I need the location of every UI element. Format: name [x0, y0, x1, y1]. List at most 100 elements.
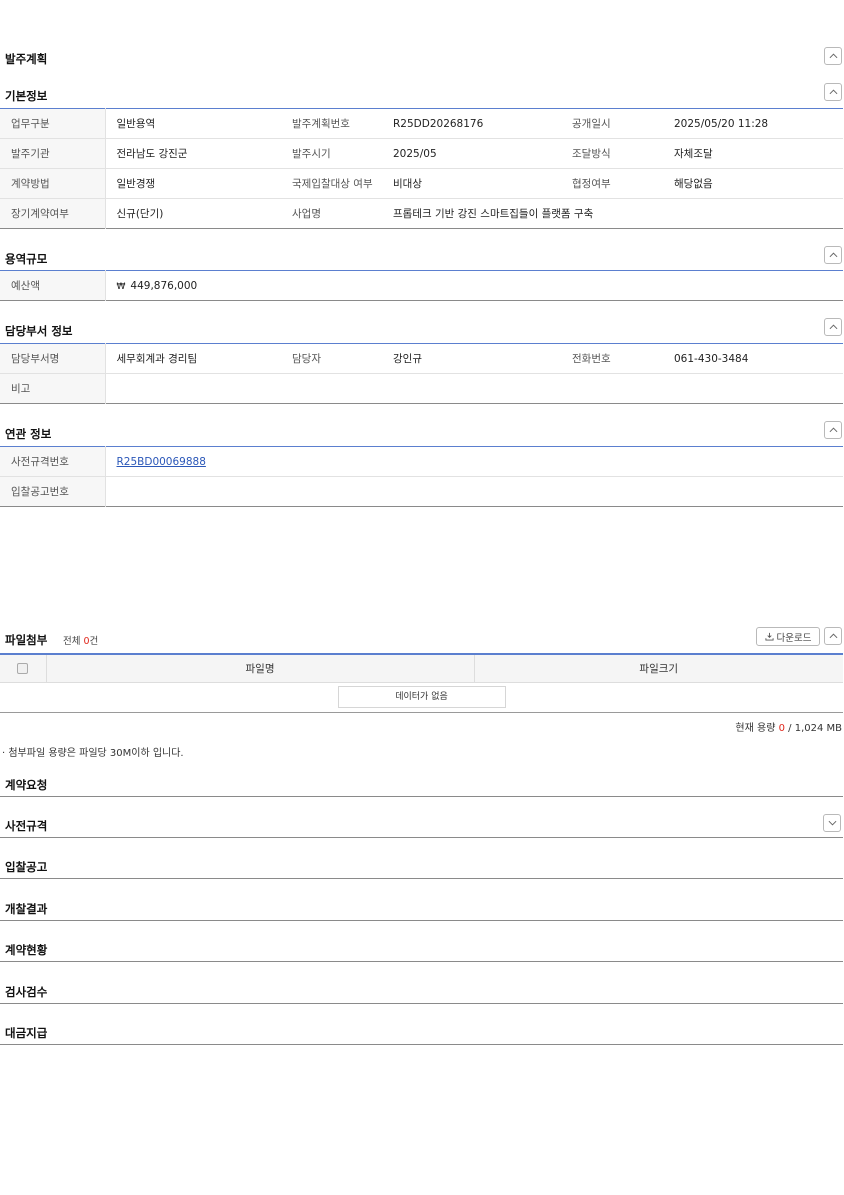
- table-row: 비고: [0, 373, 843, 404]
- stage-contract-status[interactable]: 계약현황: [0, 938, 843, 962]
- spec-number-label: 사전규격번호: [0, 446, 106, 477]
- empty-cell: 데이터가 없음: [0, 682, 843, 713]
- basic-info-collapse-button[interactable]: [824, 83, 842, 101]
- agreement-label: 협정여부: [561, 168, 663, 199]
- procurement-method-label: 조달방식: [561, 138, 663, 169]
- publish-date-label: 공개일시: [561, 108, 663, 139]
- stage-inspection[interactable]: 검사검수: [0, 980, 843, 1004]
- files-total-suffix: 건: [89, 636, 99, 647]
- stage-contract-request[interactable]: 계약요청: [0, 773, 843, 797]
- table-row: 사전규격번호 R25BD00069888: [0, 446, 843, 477]
- contract-method-value: 일반경쟁: [105, 168, 281, 199]
- ordering-agency-label: 발주기관: [0, 138, 106, 169]
- stage-title: 검사검수: [5, 985, 48, 999]
- long-term-value: 신규(단기): [116, 208, 164, 220]
- table-row: 업무구분 일반용역 발주계획번호 R25DD20268176 공개일시 2025…: [0, 108, 843, 139]
- plan-number-value: R25DD20268176: [382, 108, 561, 139]
- dept-table: 담당부서명 세무회계과 경리팀 담당자 강인규 전화번호 061-430-348…: [0, 343, 843, 404]
- plan-number-label: 발주계획번호: [281, 108, 382, 139]
- chevron-up-icon: [829, 53, 837, 59]
- long-term-label: 장기계약여부: [0, 198, 106, 229]
- table-row: 계약방법 일반경쟁 국제입찰대상 여부 비대상 협정여부 해당없음: [0, 168, 843, 199]
- usage-label: 현재 용량: [735, 723, 776, 734]
- file-size-note: · 첨부파일 용량은 파일당 30M이하 입니다.: [2, 748, 184, 759]
- order-period-label: 발주시기: [281, 138, 382, 169]
- bid-number-label: 입찰공고번호: [0, 476, 106, 507]
- chevron-up-icon: [829, 89, 837, 95]
- chevron-up-icon: [829, 633, 837, 639]
- usage-separator: /: [784, 723, 795, 734]
- plan-section-title: 발주계획: [5, 52, 48, 66]
- related-section-title: 연관 정보: [5, 427, 52, 441]
- chevron-down-icon: [828, 820, 836, 826]
- currency-symbol: ₩: [116, 281, 126, 292]
- dept-name-label: 담당부서명: [0, 343, 106, 374]
- files-table: 파일명 파일크기 데이터가 없음: [0, 653, 843, 713]
- manager-label: 담당자: [281, 343, 382, 374]
- stage-pre-spec[interactable]: 사전규격: [0, 814, 843, 838]
- stage-title: 대금지급: [5, 1026, 48, 1040]
- files-collapse-button[interactable]: [824, 627, 842, 645]
- table-row: 입찰공고번호: [0, 476, 843, 507]
- files-total-count: 전체 0건: [63, 633, 98, 647]
- bid-number-value: [105, 477, 843, 507]
- budget-cell: ₩449,876,000: [105, 271, 843, 301]
- select-all-checkbox[interactable]: [17, 662, 29, 674]
- pre-spec-expand-button[interactable]: [823, 814, 841, 832]
- project-name-label: 사업명: [292, 208, 321, 220]
- related-collapse-button[interactable]: [824, 421, 842, 439]
- download-icon: [764, 632, 774, 641]
- table-row: 장기계약여부 신규(단기) 사업명 프롭테크 기반 강진 스마트집들이 플랫폼 …: [0, 198, 843, 229]
- files-table-header: 파일명 파일크기: [0, 654, 843, 683]
- project-name-value: 프롭테크 기반 강진 스마트집들이 플랫폼 구축: [393, 208, 594, 220]
- plan-collapse-button[interactable]: [824, 47, 842, 65]
- agreement-value: 해당없음: [663, 168, 843, 199]
- stage-title: 개찰결과: [5, 902, 48, 916]
- table-row: 담당부서명 세무회계과 경리팀 담당자 강인규 전화번호 061-430-348…: [0, 343, 843, 374]
- scale-collapse-button[interactable]: [824, 246, 842, 264]
- empty-message: 데이터가 없음: [337, 686, 506, 708]
- stage-title: 사전규격: [5, 819, 48, 833]
- business-type-value: 일반용역: [105, 108, 281, 139]
- basic-info-table: 업무구분 일반용역 발주계획번호 R25DD20268176 공개일시 2025…: [0, 108, 843, 229]
- phone-value: 061-430-3484: [663, 343, 843, 374]
- col-file-name: 파일명: [46, 654, 475, 683]
- order-period-value: 2025/05: [382, 138, 561, 169]
- publish-date-value: 2025/05/20 11:28: [663, 108, 843, 139]
- stage-bid-result[interactable]: 개찰결과: [0, 897, 843, 921]
- table-row: 데이터가 없음: [0, 682, 843, 713]
- budget-value: 449,876,000: [130, 279, 198, 292]
- scale-section-title: 용역규모: [5, 252, 48, 266]
- procurement-method-value: 자체조달: [663, 138, 843, 169]
- basic-info-title: 기본정보: [5, 89, 48, 103]
- files-section-title: 파일첨부: [5, 633, 48, 647]
- manager-value: 강인규: [382, 343, 561, 374]
- related-table: 사전규격번호 R25BD00069888 입찰공고번호: [0, 446, 843, 507]
- files-total-prefix: 전체: [63, 636, 84, 647]
- dept-collapse-button[interactable]: [824, 318, 842, 336]
- contract-method-label: 계약방법: [0, 168, 106, 199]
- chevron-up-icon: [829, 427, 837, 433]
- stage-bid-notice[interactable]: 입찰공고: [0, 855, 843, 879]
- dept-section-title: 담당부서 정보: [5, 324, 73, 338]
- dept-name-value: 세무회계과 경리팀: [105, 343, 281, 374]
- budget-label: 예산액: [0, 270, 106, 301]
- chevron-up-icon: [829, 252, 837, 258]
- spec-number-link[interactable]: R25BD00069888: [117, 456, 206, 468]
- note-label: 비고: [0, 373, 106, 404]
- storage-usage: 현재 용량 0 / 1,024 MB: [735, 719, 842, 734]
- spec-number-cell: R25BD00069888: [105, 446, 843, 477]
- select-all-cell: [0, 654, 47, 683]
- table-row: 예산액 ₩449,876,000: [0, 270, 843, 301]
- chevron-up-icon: [829, 324, 837, 330]
- download-button[interactable]: 다운로드: [756, 627, 820, 646]
- download-label: 다운로드: [776, 632, 812, 644]
- phone-label: 전화번호: [561, 343, 663, 374]
- business-type-label: 업무구분: [0, 108, 106, 139]
- intl-bid-label: 국제입찰대상 여부: [281, 168, 382, 199]
- stage-title: 입찰공고: [5, 860, 48, 874]
- stage-payment[interactable]: 대금지급: [0, 1021, 843, 1045]
- stage-title: 계약요청: [5, 778, 48, 792]
- stage-title: 계약현황: [5, 943, 48, 957]
- note-value: [105, 374, 843, 404]
